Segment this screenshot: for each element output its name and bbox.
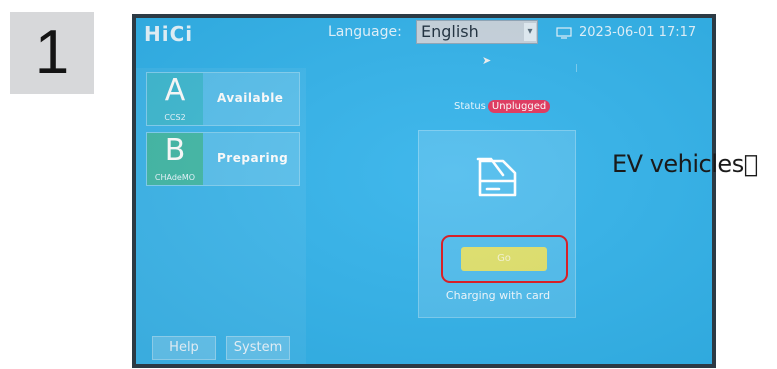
step-badge: 1 (10, 12, 94, 94)
status-label: Status (454, 101, 486, 112)
chevron-down-icon[interactable]: ▾ (524, 23, 536, 41)
charger-screen: HiCi Language: English ▾ 2023-06-01 17:1… (136, 18, 712, 364)
datetime: 2023-06-01 17:17 (579, 25, 697, 40)
status-badge: Unplugged (487, 100, 551, 113)
highlight-box (441, 235, 568, 283)
connector-a[interactable]: A CCS2 Available (146, 72, 300, 126)
connector-b-letter: B (164, 133, 186, 168)
connector-a-letter: A (164, 73, 186, 108)
connector-a-tile: A CCS2 (147, 73, 203, 125)
screen-icon (556, 27, 572, 39)
card-reader-icon (476, 157, 517, 197)
help-button[interactable]: Help (152, 336, 216, 360)
language-label: Language: (328, 24, 402, 40)
cursor-icon: ➤ (482, 54, 492, 67)
step-number: 1 (34, 18, 70, 87)
connector-b[interactable]: B CHAdeMO Preparing (146, 132, 300, 186)
card-panel: Go Charging with card (418, 130, 576, 318)
language-value: English (421, 22, 479, 41)
caption-text: EV vehicles  (612, 150, 758, 178)
connector-b-status: Preparing (217, 151, 289, 165)
connector-a-status: Available (217, 91, 284, 105)
card-caption: Charging with card (445, 289, 551, 302)
status-row: Status Unplugged (454, 100, 551, 113)
language-select[interactable]: English (416, 20, 538, 44)
app-logo: HiCi (144, 22, 194, 46)
system-button[interactable]: System (226, 336, 290, 360)
connector-b-tile: B CHAdeMO (147, 133, 203, 185)
connector-a-type: CCS2 (164, 113, 186, 122)
divider (576, 64, 577, 72)
connector-b-type: CHAdeMO (154, 173, 196, 182)
